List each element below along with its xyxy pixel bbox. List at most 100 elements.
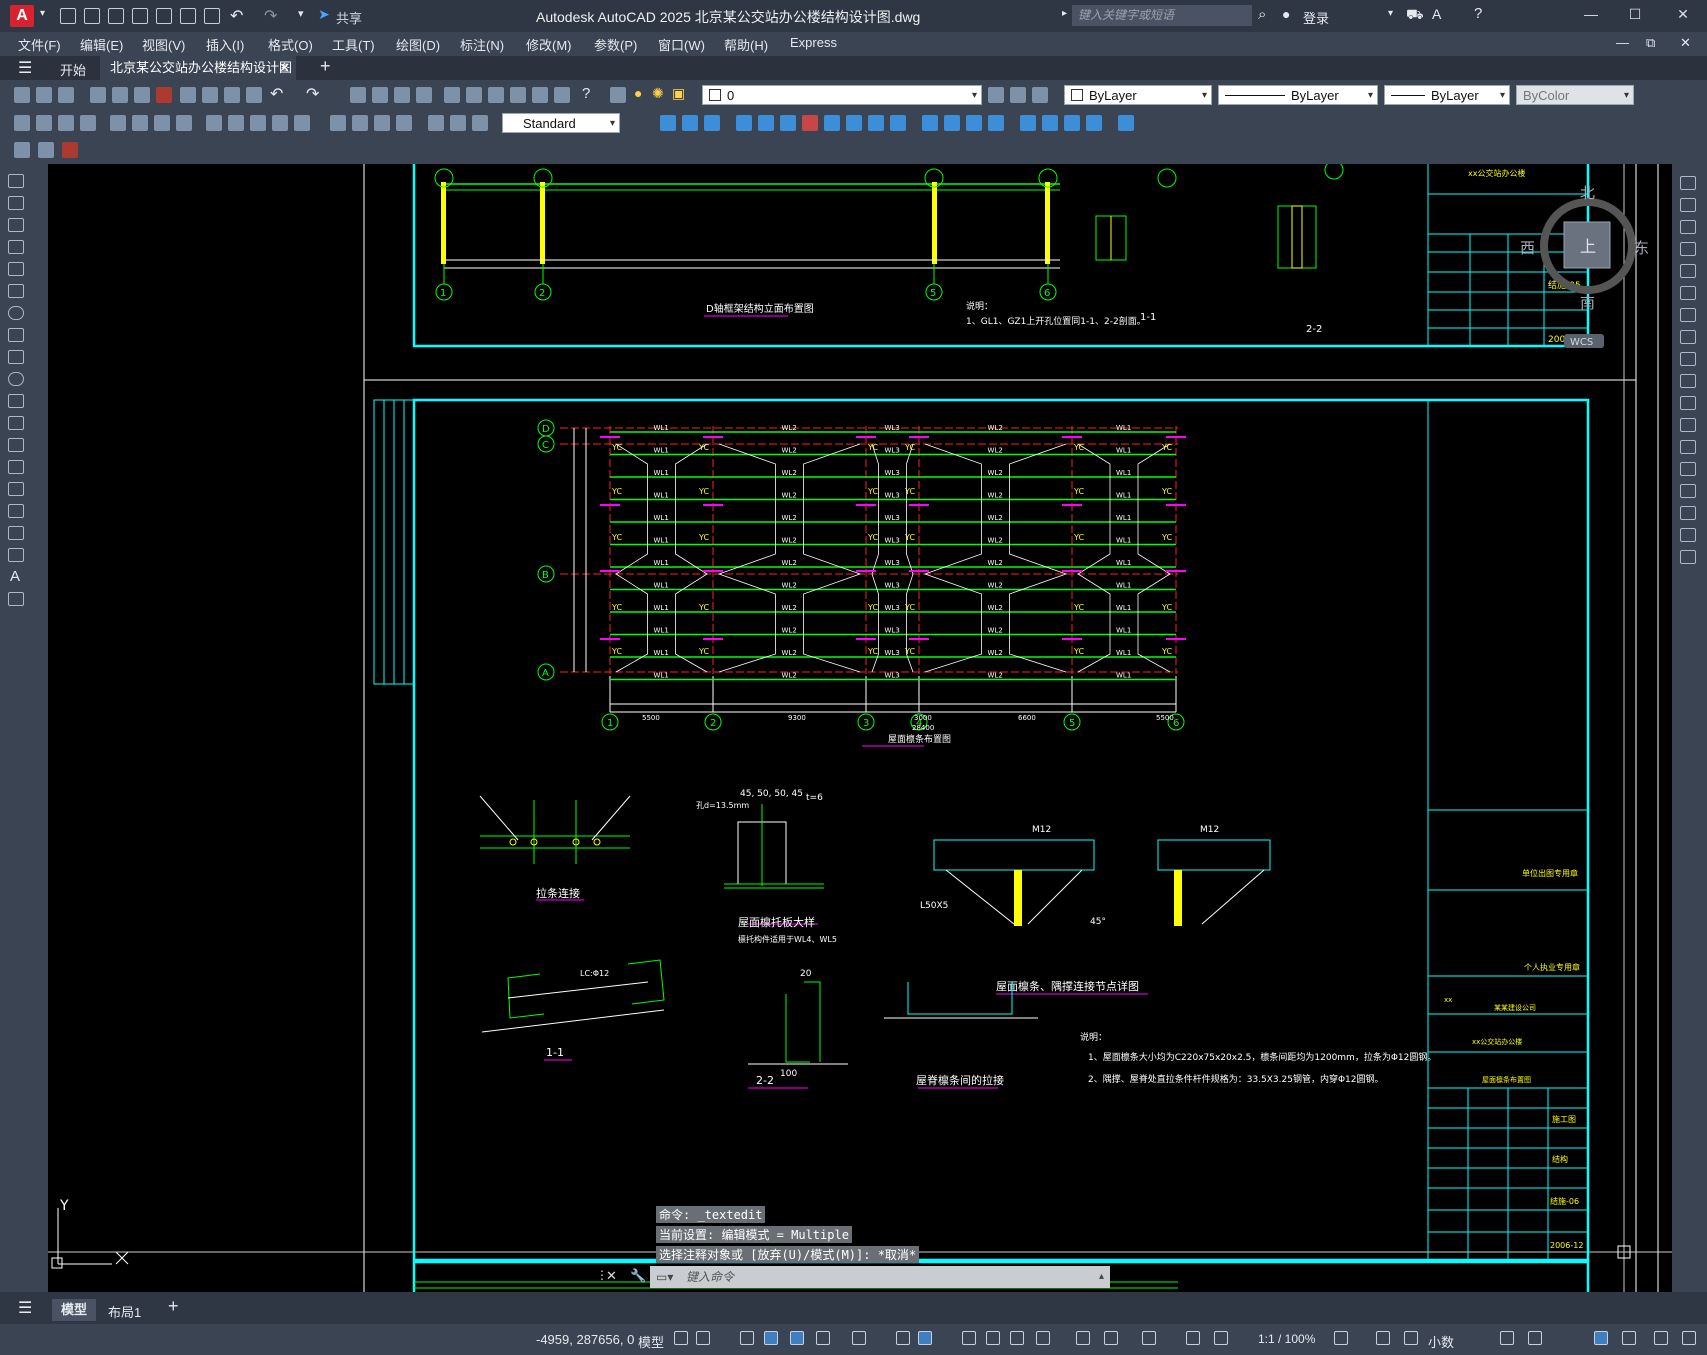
paste-icon[interactable] (224, 87, 240, 103)
app-menu-chevron-icon[interactable]: ▾ (40, 8, 45, 19)
modify-scale-icon[interactable] (868, 115, 884, 131)
command-input[interactable]: ▭▾ 键入命令 ▴ (650, 1266, 1110, 1288)
command-close-icon[interactable]: ✕ (606, 1268, 617, 1284)
tab-start[interactable]: 开始 (60, 60, 86, 79)
move-icon[interactable] (1680, 286, 1696, 300)
view-left-icon[interactable] (704, 115, 720, 131)
search-icon[interactable]: ⌕ (1258, 6, 1266, 23)
menu-parametric[interactable]: 参数(P) (594, 35, 637, 54)
hatch-icon[interactable] (8, 482, 24, 496)
arc-length-icon[interactable] (58, 115, 74, 131)
annotation-scale[interactable]: 1:1 / 100% (1258, 1332, 1315, 1346)
jogged-dim-icon[interactable] (132, 115, 148, 131)
fillet-icon[interactable] (1680, 506, 1696, 520)
ellipse-icon[interactable] (8, 372, 24, 386)
command-customize-icon[interactable]: 🔧 (630, 1268, 646, 1284)
radius-dim-icon[interactable] (110, 115, 126, 131)
polygon-icon[interactable] (8, 240, 24, 254)
cut-icon[interactable] (180, 87, 196, 103)
scale-icon[interactable] (1680, 330, 1696, 344)
text-edit-icon[interactable] (14, 142, 30, 158)
continue-dim-icon[interactable] (250, 115, 266, 131)
menu-modify[interactable]: 修改(M) (526, 35, 572, 54)
rotate-icon[interactable] (1680, 308, 1696, 322)
new-icon[interactable] (14, 87, 30, 103)
markup-icon[interactable] (532, 87, 548, 103)
clean-screen-icon[interactable] (1654, 1331, 1668, 1345)
selection-filter-icon[interactable] (1104, 1331, 1118, 1345)
circle-icon[interactable] (8, 306, 24, 320)
customization-icon[interactable] (1682, 1331, 1696, 1345)
object-snap-tracking-icon[interactable] (896, 1331, 910, 1345)
save-as-icon[interactable] (132, 8, 148, 24)
zoom-window-icon[interactable] (394, 87, 410, 103)
layer-on-icon[interactable]: ● (634, 85, 642, 101)
lineweight-dropdown[interactable]: ByLayer ▾ (1384, 85, 1510, 105)
share-button[interactable]: 共享 (336, 8, 362, 27)
line-icon[interactable] (8, 174, 24, 188)
linetype-dropdown[interactable]: ByLayer ▾ (1218, 85, 1378, 105)
units-dropdown[interactable]: 小数 (1428, 1332, 1454, 1351)
undo-icon[interactable]: ↶ (230, 6, 243, 26)
modify-rotate-icon[interactable] (824, 115, 840, 131)
modify-fillet-icon[interactable] (988, 115, 1004, 131)
isolate-objects-icon[interactable] (1622, 1331, 1636, 1345)
mtext-icon[interactable] (38, 142, 54, 158)
ortho-icon[interactable] (790, 1331, 804, 1345)
dim-space-icon[interactable] (272, 115, 288, 131)
zoom-realtime-icon[interactable] (372, 87, 388, 103)
array-icon[interactable] (1680, 264, 1696, 278)
dynamic-input-icon[interactable] (764, 1331, 778, 1345)
gizmo-icon[interactable] (1142, 1331, 1156, 1345)
linear-dim-icon[interactable] (14, 115, 30, 131)
break-icon[interactable] (1680, 440, 1696, 454)
tab-layout1[interactable]: 布局1 (108, 1302, 141, 1321)
viewcube[interactable]: 上 北 南 东 西 WCS (1520, 184, 1649, 348)
publish-icon[interactable] (156, 8, 172, 24)
model-space-toggle[interactable]: 模型 (638, 1332, 664, 1351)
multiline-text-icon[interactable]: A (10, 568, 20, 585)
annotation-visibility-icon[interactable] (1186, 1331, 1200, 1345)
lock-ui-icon[interactable] (1528, 1331, 1542, 1345)
polyline-icon[interactable] (8, 218, 24, 232)
layout-menu-icon[interactable]: ☰ (18, 1298, 32, 1318)
modify-offset-icon[interactable] (966, 115, 982, 131)
jogged-linear-icon[interactable] (396, 115, 412, 131)
extend-icon[interactable] (1680, 396, 1696, 410)
plot-icon[interactable] (90, 87, 106, 103)
modify-explode-icon[interactable] (1042, 115, 1058, 131)
help-tb-icon[interactable]: ? (582, 85, 590, 102)
web-mobile-icon[interactable] (180, 8, 196, 24)
tool-palettes-icon[interactable] (488, 87, 504, 103)
baseline-dim-icon[interactable] (228, 115, 244, 131)
table-icon[interactable] (62, 142, 78, 158)
user-icon[interactable]: ● (1282, 6, 1290, 22)
menu-draw[interactable]: 绘图(D) (396, 35, 440, 54)
stretch-icon[interactable] (1680, 352, 1696, 366)
maximize-icon[interactable]: ☐ (1620, 6, 1650, 26)
quick-dim-icon[interactable] (206, 115, 222, 131)
match-properties-icon[interactable] (246, 87, 262, 103)
text-style-dropdown[interactable]: Standard ▾ (502, 113, 620, 133)
center-mark-icon[interactable] (352, 115, 368, 131)
doc-close-icon[interactable]: ✕ (1680, 35, 1691, 51)
modify-break-icon[interactable] (1086, 115, 1102, 131)
login-button[interactable]: 登录 (1303, 8, 1329, 27)
menu-edit[interactable]: 编辑(E) (80, 35, 123, 54)
menu-view[interactable]: 视图(V) (142, 35, 185, 54)
layer-previous-icon[interactable] (1010, 87, 1026, 103)
search-expand-icon[interactable]: ▸ (1062, 8, 1067, 19)
pan-icon[interactable] (350, 87, 366, 103)
workspace-gear-icon[interactable] (1334, 1331, 1348, 1345)
minimize-icon[interactable]: — (1576, 6, 1606, 26)
3d-osnap-icon[interactable] (1036, 1331, 1050, 1345)
dim-break-icon[interactable] (294, 115, 310, 131)
selection-cycling-icon[interactable] (1010, 1331, 1024, 1345)
compass-west[interactable]: 西 (1520, 239, 1535, 257)
modify-stretch-icon[interactable] (780, 115, 796, 131)
menu-format[interactable]: 格式(O) (268, 35, 313, 54)
inspection-icon[interactable] (374, 115, 390, 131)
modify-chamfer-icon[interactable] (1020, 115, 1036, 131)
dynamic-ucs-icon[interactable] (1076, 1331, 1090, 1345)
region-icon[interactable] (8, 526, 24, 540)
